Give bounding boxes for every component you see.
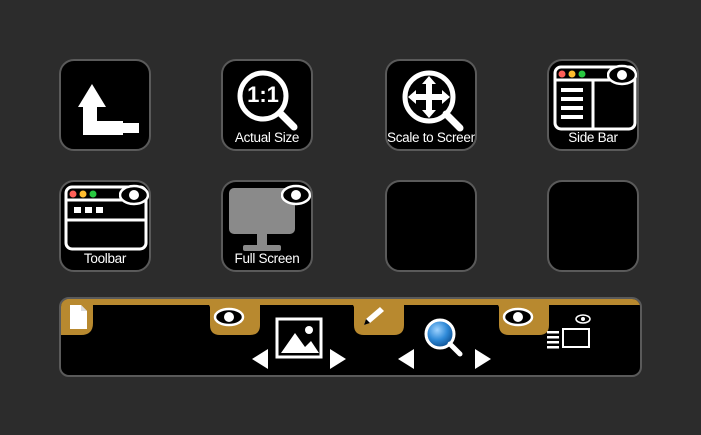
eye-icon bbox=[213, 307, 245, 327]
full-screen-key[interactable]: Full Screen bbox=[221, 180, 313, 272]
document-tab[interactable] bbox=[61, 299, 107, 341]
zoom-next-arrow-icon[interactable] bbox=[473, 347, 493, 371]
touch-strip[interactable] bbox=[59, 297, 642, 377]
actual-size-key[interactable]: 1:1 Actual Size bbox=[221, 59, 313, 151]
side-bar-label: Side Bar bbox=[568, 130, 618, 145]
image-icon[interactable] bbox=[275, 317, 325, 361]
scale-to-screen-key[interactable]: Scale to Screen bbox=[385, 59, 477, 151]
empty-key[interactable] bbox=[385, 180, 477, 272]
side-bar-key[interactable]: Side Bar bbox=[547, 59, 639, 151]
toolbar-label: Toolbar bbox=[83, 251, 127, 266]
sidebar-segment-tab[interactable] bbox=[495, 299, 549, 339]
back-key[interactable] bbox=[59, 59, 151, 151]
toolbar-key[interactable]: Toolbar bbox=[59, 180, 151, 272]
eye-icon bbox=[119, 184, 149, 206]
zoom-segment-tab[interactable] bbox=[350, 299, 404, 339]
magnifier-icon[interactable] bbox=[422, 317, 466, 357]
image-next-arrow-icon[interactable] bbox=[328, 347, 348, 371]
back-arrow-icon bbox=[78, 84, 139, 135]
actual-size-glyph: 1:1 bbox=[247, 82, 279, 107]
document-icon bbox=[70, 305, 87, 329]
eye-icon bbox=[607, 64, 637, 86]
image-segment-tab[interactable] bbox=[206, 299, 260, 339]
eye-icon bbox=[502, 307, 534, 327]
eye-icon bbox=[281, 184, 311, 206]
sidebar-layout-icon[interactable] bbox=[543, 311, 597, 351]
image-prev-arrow-icon[interactable] bbox=[250, 347, 270, 371]
zoom-prev-arrow-icon[interactable] bbox=[396, 347, 416, 371]
full-screen-label: Full Screen bbox=[234, 251, 300, 266]
actual-size-label: Actual Size bbox=[234, 130, 300, 145]
empty-key[interactable] bbox=[547, 180, 639, 272]
scale-to-screen-label: Scale to Screen bbox=[387, 130, 477, 145]
